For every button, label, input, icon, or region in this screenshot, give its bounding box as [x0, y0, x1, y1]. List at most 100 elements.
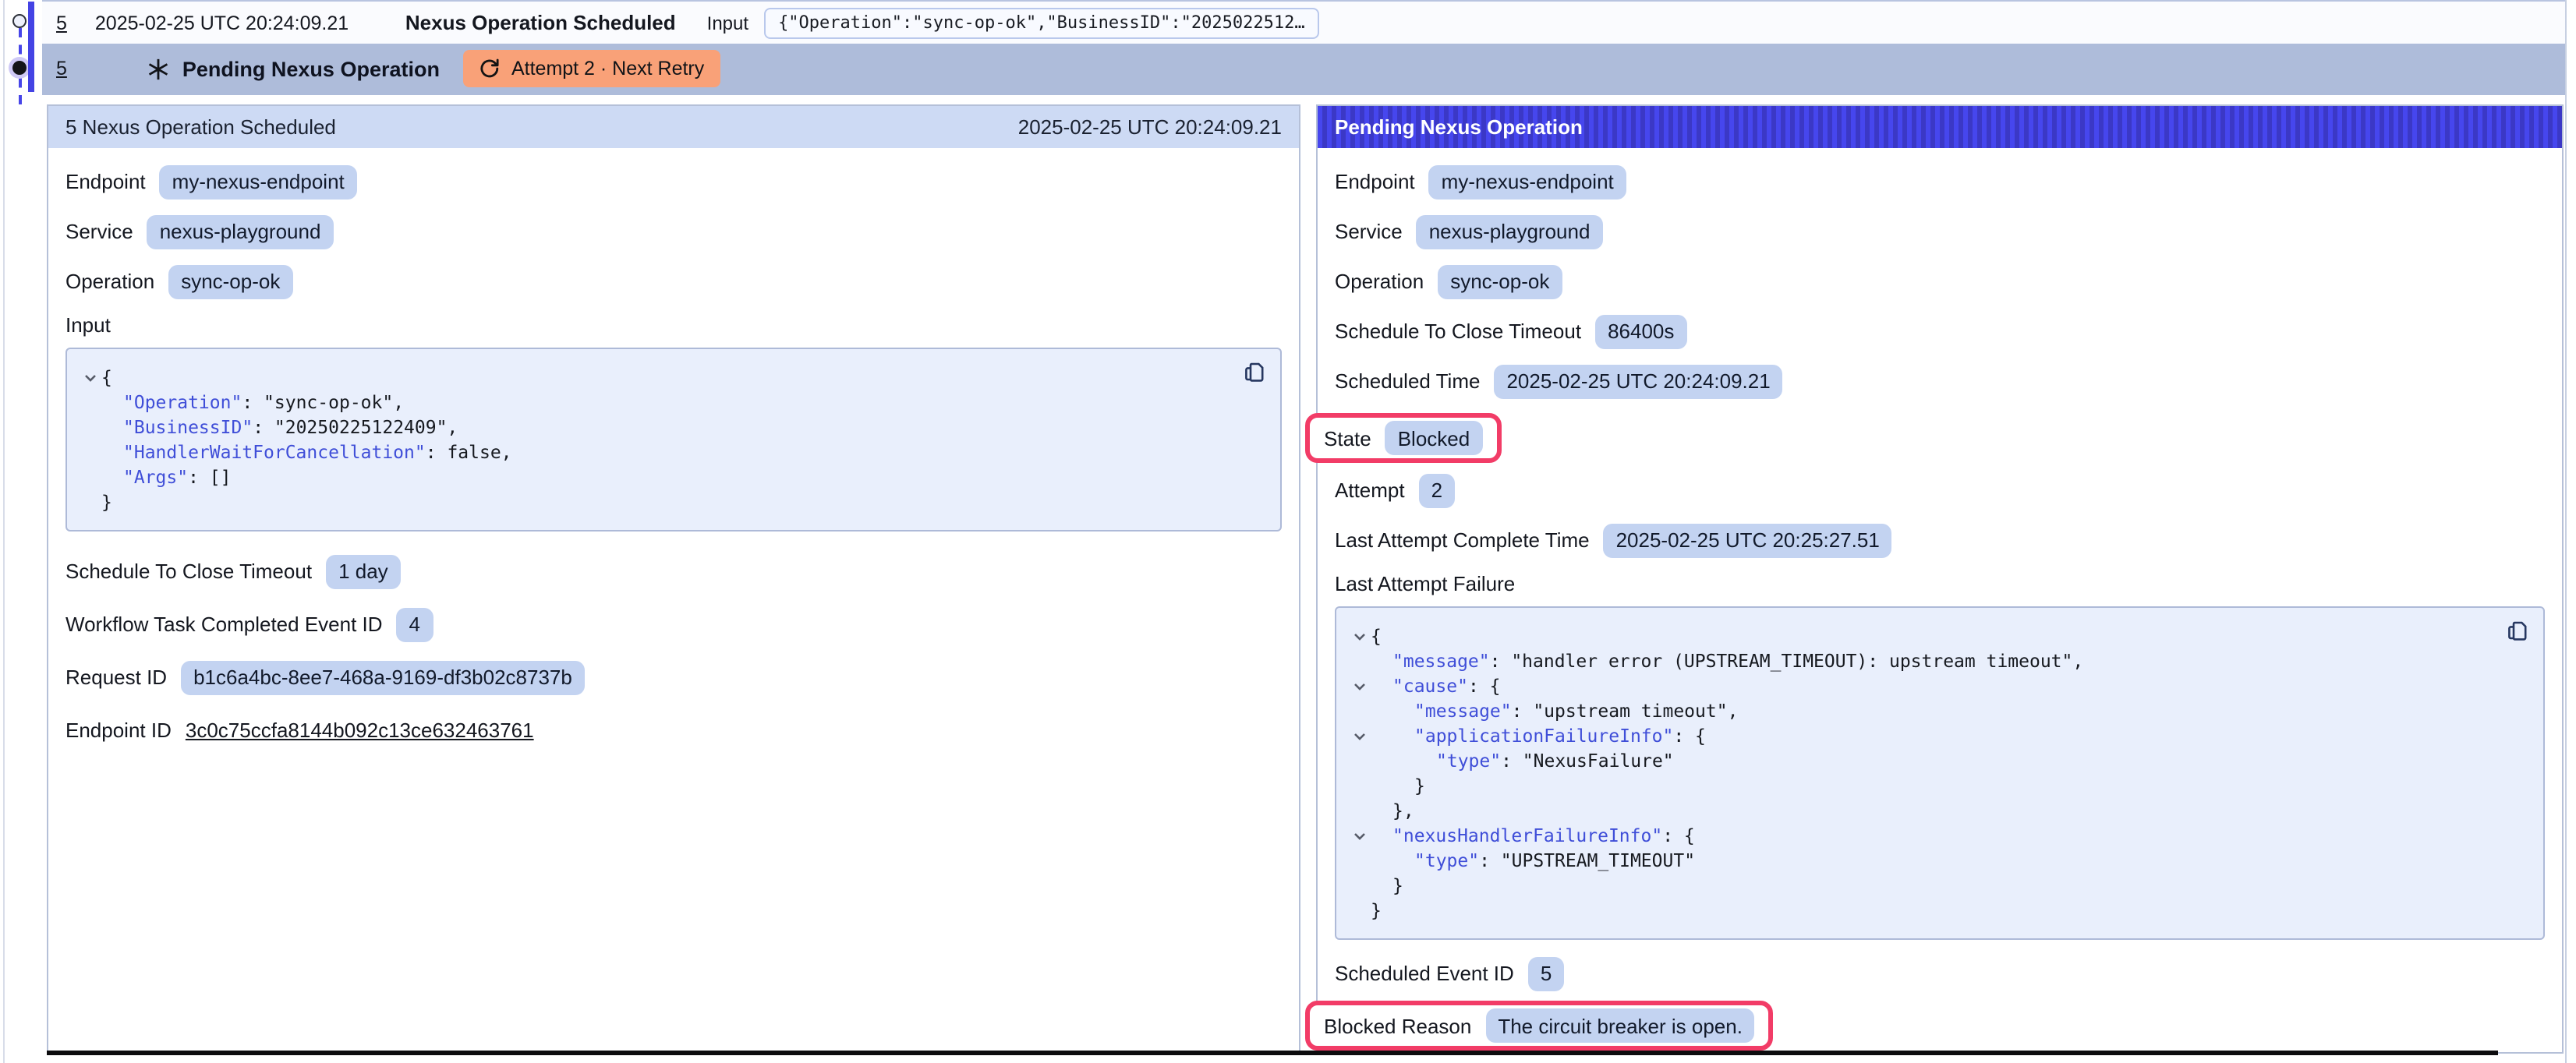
input-section-label: Input — [65, 313, 1282, 337]
pending-event-title: Pending Nexus Operation — [182, 58, 440, 81]
code-line: "applicationFailureInfo": { — [1349, 723, 2521, 748]
workflow-event-detail-page: 5 2025-02-25 UTC 20:24:09.21 Nexus Opera… — [0, 0, 2576, 1063]
code-line: } — [1349, 873, 2521, 898]
field-operation: Operation sync-op-ok — [1335, 263, 2545, 299]
field-schedule-to-close-timeout: Schedule To Close Timeout 1 day — [65, 553, 1282, 589]
field-label: Operation — [65, 270, 154, 293]
collapse-chevron-icon[interactable] — [80, 365, 101, 390]
field-request-id: Request ID b1c6a4bc-8ee7-468a-9169-df3b0… — [65, 659, 1282, 695]
selected-event-indicator-bar — [27, 2, 34, 92]
code-line: "BusinessID": "20250225122409", — [80, 415, 1258, 440]
field-value-badge: 2025-02-25 UTC 20:24:09.21 — [1494, 364, 1782, 398]
field-label: Attempt — [1335, 479, 1405, 502]
code-line: "type": "NexusFailure" — [1349, 748, 2521, 773]
field-label: Scheduled Event ID — [1335, 962, 1514, 985]
bottom-divider-line — [47, 1050, 2498, 1055]
failure-json-viewer: { "message": "handler error (UPSTREAM_TI… — [1335, 606, 2545, 940]
last-attempt-failure-label: Last Attempt Failure — [1335, 572, 2545, 595]
field-label: Service — [1335, 220, 1403, 243]
field-label: Service — [65, 220, 133, 243]
field-service: Service nexus-playground — [65, 214, 1282, 249]
field-value-badge: 2025-02-25 UTC 20:25:27.51 — [1604, 523, 1892, 557]
field-last-attempt-complete-time: Last Attempt Complete Time 2025-02-25 UT… — [1335, 522, 2545, 558]
retry-badge-label: Attempt 2 · Next Retry — [511, 58, 704, 80]
field-label: Operation — [1335, 270, 1424, 293]
field-label: Endpoint — [65, 170, 146, 193]
code-line: "message": "handler error (UPSTREAM_TIME… — [1349, 648, 2521, 673]
retry-status-badge: Attempt 2 · Next Retry — [463, 51, 720, 88]
field-operation: Operation sync-op-ok — [65, 263, 1282, 299]
collapse-chevron-icon[interactable] — [1349, 823, 1371, 848]
state-highlight-box: State Blocked — [1305, 413, 1501, 463]
field-value-badge: 5 — [1528, 956, 1564, 991]
code-line: { — [80, 365, 1258, 390]
collapse-chevron-icon[interactable] — [1349, 673, 1371, 698]
scheduled-panel-title: 5 Nexus Operation Scheduled — [65, 115, 336, 139]
left-rail-divider — [3, 0, 5, 1063]
right-edge-divider — [2565, 0, 2567, 1063]
field-value-badge: nexus-playground — [147, 214, 334, 249]
field-label: Schedule To Close Timeout — [1335, 320, 1581, 343]
copy-icon[interactable] — [2507, 620, 2528, 648]
field-value-badge: sync-op-ok — [168, 264, 292, 298]
field-value-badge: my-nexus-endpoint — [1429, 164, 1626, 199]
field-endpoint: Endpoint my-nexus-endpoint — [65, 164, 1282, 200]
retry-icon — [479, 58, 501, 80]
pending-panel-header: Pending Nexus Operation — [1318, 106, 2562, 148]
field-service: Service nexus-playground — [1335, 214, 2545, 249]
blocked-reason-badge: The circuit breaker is open. — [1485, 1008, 1755, 1043]
input-json-viewer: { "Operation": "sync-op-ok", "BusinessID… — [65, 348, 1282, 532]
collapse-chevron-icon[interactable] — [1349, 623, 1371, 648]
input-preview-chip[interactable]: {"Operation":"sync-op-ok","BusinessID":"… — [764, 7, 1319, 38]
event-id-link[interactable]: 5 — [56, 58, 67, 80]
timeline-selected-dot-icon[interactable] — [12, 61, 27, 75]
copy-icon[interactable] — [1244, 362, 1265, 390]
code-line: "message": "upstream timeout", — [1349, 698, 2521, 723]
endpoint-id-link[interactable]: 3c0c75ccfa8144b092c13ce632463761 — [186, 719, 534, 742]
code-line: } — [1349, 773, 2521, 798]
code-line: } — [80, 489, 1258, 514]
code-line: "Args": [] — [80, 464, 1258, 489]
field-schedule-to-close-timeout: Schedule To Close Timeout 86400s — [1335, 313, 2545, 349]
field-workflow-task-completed-event-id: Workflow Task Completed Event ID 4 — [65, 606, 1282, 642]
scheduled-panel-timestamp: 2025-02-25 UTC 20:24:09.21 — [1018, 115, 1282, 139]
code-line: } — [1349, 898, 2521, 923]
scheduled-event-panel: 5 Nexus Operation Scheduled 2025-02-25 U… — [47, 104, 1300, 1054]
field-value-badge: b1c6a4bc-8ee7-468a-9169-df3b02c8737b — [181, 660, 585, 694]
field-label: Endpoint ID — [65, 719, 172, 742]
collapse-chevron-icon[interactable] — [1349, 723, 1371, 748]
field-label: Request ID — [65, 666, 167, 689]
field-value-badge: 2 — [1419, 473, 1455, 507]
field-label: Last Attempt Complete Time — [1335, 528, 1590, 552]
field-value-badge: sync-op-ok — [1438, 264, 1562, 298]
scheduled-panel-header: 5 Nexus Operation Scheduled 2025-02-25 U… — [48, 106, 1299, 148]
code-line: }, — [1349, 798, 2521, 823]
code-line: "nexusHandlerFailureInfo": { — [1349, 823, 2521, 848]
code-line: "HandlerWaitForCancellation": false, — [80, 440, 1258, 464]
event-row-scheduled[interactable]: 5 2025-02-25 UTC 20:24:09.21 Nexus Opera… — [42, 0, 2565, 44]
pending-panel-title: Pending Nexus Operation — [1335, 115, 1583, 139]
code-line: { — [1349, 623, 2521, 648]
event-row-pending-selected[interactable]: 5 Pending Nexus Operation Attempt 2 · Ne… — [42, 44, 2565, 94]
field-label: Blocked Reason — [1324, 1014, 1471, 1037]
input-label: Input — [707, 12, 748, 34]
pending-asterisk-icon — [147, 58, 170, 81]
field-label: Scheduled Time — [1335, 369, 1480, 393]
field-attempt: Attempt 2 — [1335, 472, 2545, 508]
code-line: "cause": { — [1349, 673, 2521, 698]
blocked-reason-highlight-box: Blocked Reason The circuit breaker is op… — [1305, 1001, 1774, 1051]
field-value-badge: 86400s — [1595, 314, 1686, 348]
pending-operation-panel: Pending Nexus Operation Endpoint my-nexu… — [1316, 104, 2564, 1054]
field-endpoint-id: Endpoint ID 3c0c75ccfa8144b092c13ce63246… — [65, 712, 1282, 748]
field-value-badge: 4 — [397, 607, 433, 641]
code-line: "Operation": "sync-op-ok", — [80, 390, 1258, 415]
field-label: Workflow Task Completed Event ID — [65, 613, 383, 636]
field-scheduled-time: Scheduled Time 2025-02-25 UTC 20:24:09.2… — [1335, 363, 2545, 399]
timeline-event-dot-icon[interactable] — [12, 13, 27, 27]
event-id-link[interactable]: 5 — [56, 12, 67, 34]
code-line: "type": "UPSTREAM_TIMEOUT" — [1349, 848, 2521, 873]
field-value-badge: 1 day — [326, 554, 401, 588]
field-scheduled-event-id: Scheduled Event ID 5 — [1335, 955, 2545, 991]
field-value-badge: nexus-playground — [1417, 214, 1603, 249]
event-title: Nexus Operation Scheduled — [405, 11, 676, 34]
